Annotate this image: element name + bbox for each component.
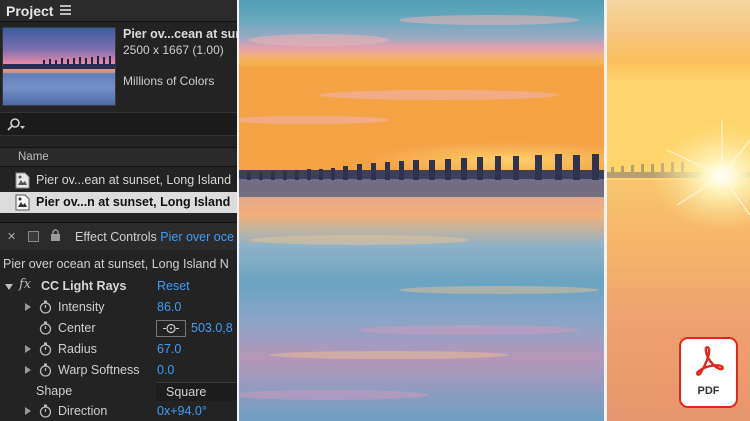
file-name-label: Pier ov...n at sunset, Long Island [36, 195, 231, 209]
shape-selected-value: Square [166, 385, 207, 399]
property-label: Center [58, 321, 96, 335]
footage-file-icon [15, 194, 30, 211]
project-file-row-selected[interactable]: Pier ov...n at sunset, Long Island [0, 192, 237, 213]
property-radius[interactable]: Radius 67.0 [0, 339, 237, 360]
ae-left-panel: Project Pier ov...cean at sun 2500 x 166… [0, 0, 237, 421]
effect-controls-label: Effect Controls [75, 230, 157, 244]
property-intensity[interactable]: Intensity 86.0 [0, 297, 237, 318]
hamburger-menu-icon[interactable] [60, 5, 71, 15]
lock-icon[interactable] [50, 229, 61, 242]
property-value[interactable]: 503.0,8 [191, 321, 233, 335]
stopwatch-icon[interactable] [39, 342, 52, 356]
footage-file-icon [15, 172, 30, 189]
effect-row-cc-light-rays[interactable]: fx CC Light Rays Reset [0, 276, 237, 297]
expand-triangle-icon[interactable] [25, 303, 31, 311]
property-label: Direction [58, 404, 108, 418]
close-panel-icon[interactable]: ✕ [7, 230, 16, 243]
property-value[interactable]: 0.0 [157, 363, 174, 377]
pdf-download-badge[interactable]: PDF [679, 337, 738, 408]
fx-icon[interactable]: fx [19, 277, 31, 292]
point-control-crosshair-icon[interactable] [156, 320, 186, 337]
footage-dimensions: 2500 x 1667 (1.00) [123, 43, 224, 57]
expand-triangle-icon[interactable] [25, 407, 31, 415]
layer-name-link[interactable]: Pier over oce [160, 230, 234, 244]
pdf-label: PDF [697, 385, 720, 397]
effect-name: CC Light Rays [41, 279, 127, 293]
search-icon[interactable] [6, 117, 26, 133]
column-name-label[interactable]: Name [18, 151, 49, 163]
file-name-label: Pier ov...ean at sunset, Long Island [36, 173, 232, 187]
property-label: Shape [36, 384, 73, 398]
property-value[interactable]: 67.0 [157, 342, 181, 356]
property-value[interactable]: 86.0 [157, 300, 181, 314]
effect-controls-title[interactable]: Effect Controls Pier over oce [75, 230, 234, 244]
effect-controls-header: ✕ Effect Controls Pier over oce [0, 222, 237, 250]
property-label: Intensity [58, 300, 105, 314]
footage-color-depth: Millions of Colors [123, 74, 215, 88]
project-search-field[interactable] [0, 112, 237, 136]
acrobat-pdf-icon [696, 346, 724, 376]
stopwatch-icon[interactable] [39, 300, 52, 314]
panel-options-square-icon[interactable] [28, 231, 39, 242]
composition-layer-path: Pier over ocean at sunset, Long Island N [3, 257, 229, 271]
stopwatch-icon[interactable] [39, 321, 52, 335]
project-file-row[interactable]: Pier ov...ean at sunset, Long Island [0, 170, 237, 191]
footage-thumbnail [2, 27, 116, 106]
stopwatch-icon[interactable] [39, 363, 52, 377]
collapse-triangle-icon[interactable] [5, 284, 13, 290]
stopwatch-icon[interactable] [39, 404, 52, 418]
footage-name: Pier ov...cean at sun [123, 27, 237, 41]
property-direction[interactable]: Direction 0x+94.0° [0, 401, 237, 421]
property-value[interactable]: 0x+94.0° [157, 404, 207, 418]
expand-triangle-icon[interactable] [25, 366, 31, 374]
property-label: Radius [58, 342, 97, 356]
project-panel-header: Project [0, 0, 237, 22]
project-panel-title[interactable]: Project [6, 3, 53, 19]
property-center[interactable]: Center 503.0,8 [0, 318, 237, 339]
project-column-header[interactable]: Name [0, 147, 237, 167]
property-warp-softness[interactable]: Warp Softness 0.0 [0, 360, 237, 381]
property-label: Warp Softness [58, 363, 140, 377]
reset-button[interactable]: Reset [157, 279, 190, 293]
sunset-pier-photo [239, 0, 604, 421]
shape-select[interactable]: Square [156, 382, 237, 401]
expand-triangle-icon[interactable] [25, 345, 31, 353]
property-shape[interactable]: Shape Square [0, 381, 237, 402]
